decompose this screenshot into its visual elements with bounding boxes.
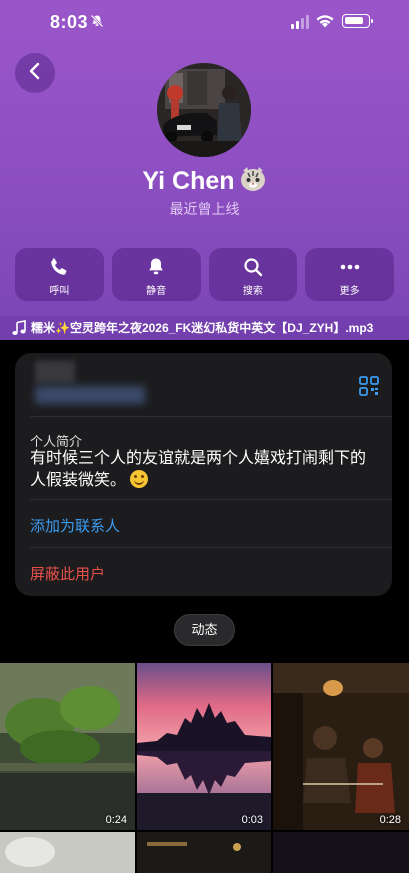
chevron-left-icon <box>28 62 42 85</box>
more-icon <box>339 257 361 282</box>
more-button[interactable]: 更多 <box>305 248 394 301</box>
action-buttons: 呼叫 静音 搜索 更多 <box>15 248 394 301</box>
media-tile[interactable] <box>273 832 409 873</box>
media-tile[interactable]: 0:03 <box>137 663 271 830</box>
avatar[interactable] <box>157 63 251 157</box>
status-time: 8:03 <box>50 12 89 32</box>
media-duration: 0:28 <box>379 814 401 826</box>
search-label: 搜索 <box>242 286 263 297</box>
status-bar: 8:03 <box>0 0 409 46</box>
tiger-emoji-icon <box>239 166 267 192</box>
bio-text: 有时候三个人的友谊就是两个人嬉戏打闹剩下的人假装微笑。 <box>30 448 380 492</box>
cellular-signal-icon <box>291 15 309 29</box>
last-seen-status: 最近曾上线 <box>169 201 240 217</box>
redacted-username <box>35 361 75 383</box>
call-button[interactable]: 呼叫 <box>15 248 104 301</box>
profile-info-card: 个人简介 有时候三个人的友谊就是两个人嬉戏打闹剩下的人假装微笑。 添加为联系人 … <box>15 353 392 596</box>
bio-text-content: 有时候三个人的友谊就是两个人嬉戏打闹剩下的人假装微笑。 <box>30 450 367 489</box>
media-duration: 0:24 <box>105 814 127 826</box>
media-tile[interactable] <box>0 832 135 873</box>
smiley-emoji-icon <box>130 470 149 488</box>
add-contact-link[interactable]: 添加为联系人 <box>30 515 120 536</box>
now-playing-title: 糯米✨空灵跨年之夜2026_FK迷幻私货中英文【DJ_ZYH】.mp3 <box>31 321 374 335</box>
more-label: 更多 <box>339 286 360 297</box>
phone-icon <box>49 257 69 282</box>
divider <box>30 416 392 417</box>
now-playing-bar[interactable]: 糯米✨空灵跨年之夜2026_FK迷幻私货中英文【DJ_ZYH】.mp3 <box>0 316 409 340</box>
search-icon <box>243 257 263 282</box>
bell-icon <box>146 257 166 282</box>
back-button[interactable] <box>15 53 55 93</box>
wifi-icon <box>315 13 335 33</box>
profile-header: 8:03 Yi Chen 最近曾上线 呼叫 静音 搜索 更多 糯米✨空灵跨年之夜… <box>0 0 409 340</box>
profile-name-text: Yi Chen <box>142 167 235 195</box>
media-tile[interactable]: 0:28 <box>273 663 409 830</box>
redacted-username-value <box>35 386 145 404</box>
music-note-icon <box>12 320 26 340</box>
profile-name: Yi Chen <box>0 166 409 196</box>
mute-label: 静音 <box>146 286 167 297</box>
bell-slash-icon <box>90 14 104 33</box>
mute-button[interactable]: 静音 <box>111 248 201 301</box>
battery-icon <box>342 14 373 28</box>
media-tile[interactable] <box>137 832 271 873</box>
call-label: 呼叫 <box>49 286 70 297</box>
tab-posts[interactable]: 动态 <box>174 614 235 646</box>
block-user-link[interactable]: 屏蔽此用户 <box>30 563 105 584</box>
qr-code-icon[interactable] <box>359 376 379 401</box>
media-tile[interactable]: 0:24 <box>0 663 135 830</box>
media-duration: 0:03 <box>241 814 263 826</box>
divider <box>30 499 392 500</box>
search-button[interactable]: 搜索 <box>208 248 298 301</box>
divider <box>30 547 392 548</box>
